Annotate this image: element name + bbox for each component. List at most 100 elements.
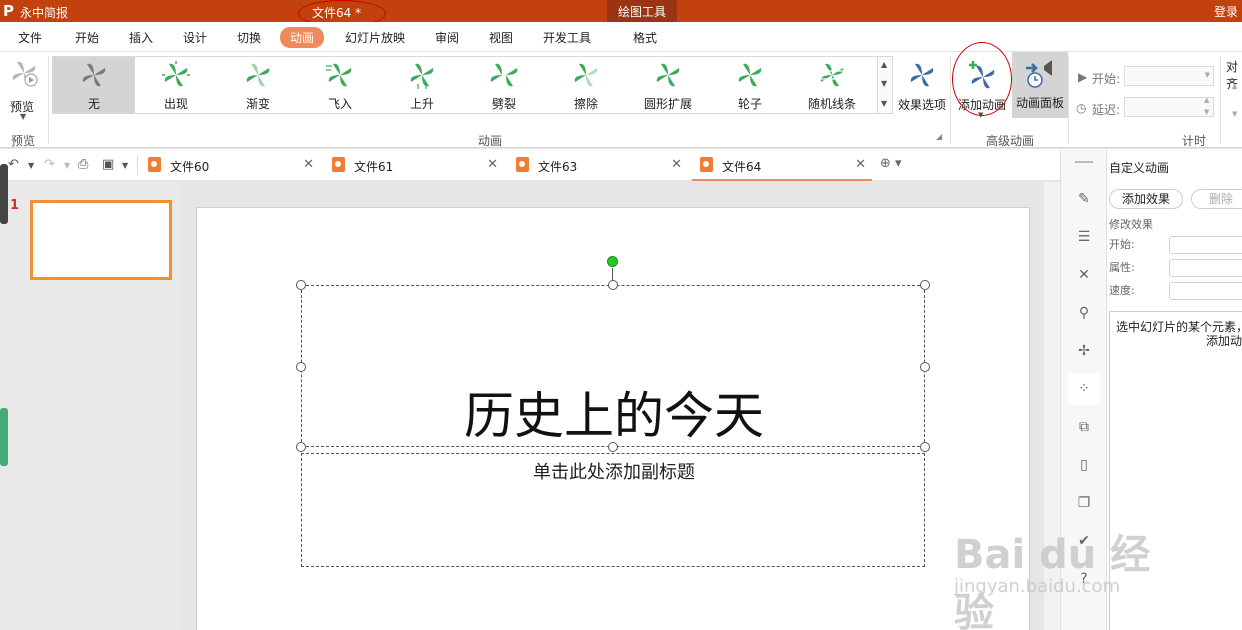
rotation-handle[interactable] — [607, 256, 618, 267]
resize-handle[interactable] — [920, 280, 930, 290]
doc-tab[interactable]: 文件63 ✕ — [508, 149, 688, 181]
tab-animation[interactable]: 动画 — [280, 27, 325, 48]
animation-appear[interactable]: 出现 — [135, 57, 217, 113]
panel-title: 自定义动画 — [1109, 161, 1170, 175]
slide[interactable]: 历史上的今天 单击此处添加副标题 — [196, 207, 1030, 630]
animation-fly-in[interactable]: 飞入 — [299, 57, 381, 113]
animation-icon[interactable]: ✢ — [1076, 343, 1092, 359]
redo-icon[interactable]: ↷ — [44, 157, 55, 172]
slide-subtitle[interactable]: 单击此处添加副标题 — [302, 458, 926, 484]
animation-label: 飞入 — [327, 97, 352, 111]
subtitle-placeholder[interactable]: 单击此处添加副标题 — [301, 453, 925, 567]
stepper-up-icon[interactable]: ▲ — [1204, 96, 1209, 104]
pinwheel-icon — [574, 63, 598, 87]
tab-view[interactable]: 视图 — [489, 29, 513, 46]
animation-pane-button[interactable]: 动画面板 — [1012, 52, 1068, 118]
custom-animation-icon[interactable]: ⁘ — [1068, 373, 1100, 405]
undo-icon[interactable]: ↶ — [8, 157, 19, 172]
tab-format[interactable]: 格式 — [633, 29, 657, 46]
tab-transitions[interactable]: 切换 — [237, 29, 261, 46]
scroll-down-icon[interactable]: ▼ — [881, 79, 887, 88]
align-up-icon[interactable]: ▲ — [1232, 82, 1237, 90]
modify-effect-label: 修改效果 — [1109, 218, 1153, 231]
animation-label: 劈裂 — [491, 97, 516, 111]
clipboard-icon[interactable]: ▯ — [1076, 457, 1092, 473]
advanced-animation-group-label: 高级动画 — [986, 134, 1035, 148]
animation-split[interactable]: 劈裂 — [463, 57, 545, 113]
tab-review[interactable]: 审阅 — [435, 29, 459, 46]
pinwheel-icon — [326, 63, 352, 87]
tab-design[interactable]: 设计 — [183, 29, 207, 46]
close-icon[interactable]: ✕ — [487, 157, 498, 172]
doc-tab[interactable]: 文件61 ✕ — [324, 149, 504, 181]
start-select[interactable] — [1169, 236, 1242, 254]
resize-handle[interactable] — [296, 442, 306, 452]
animation-none[interactable]: 无 — [53, 57, 135, 113]
resize-handle[interactable] — [920, 362, 930, 372]
animation-wheel[interactable]: 轮子 — [709, 57, 791, 113]
document-tab-bar: ↶ ▼ ↷ ▼ ⎙ ▣ ▼ 文件60 ✕ 文件61 ✕ 文件63 ✕ 文件64 … — [0, 149, 1060, 181]
align-down-icon[interactable]: ▼ — [1232, 110, 1237, 118]
resize-handle[interactable] — [296, 280, 306, 290]
animation-fade[interactable]: 渐变 — [217, 57, 299, 113]
gallery-expand-icon[interactable]: ▼ — [881, 99, 887, 108]
drag-handle-icon[interactable] — [1075, 161, 1093, 163]
chevron-down-icon[interactable]: ▼ — [64, 161, 70, 170]
speed-select[interactable] — [1169, 282, 1242, 300]
slide-title[interactable]: 历史上的今天 — [302, 376, 926, 448]
tab-file[interactable]: 文件 — [18, 29, 42, 46]
presentation-file-icon — [516, 157, 529, 172]
tab-developer[interactable]: 开发工具 — [543, 29, 591, 46]
stepper-down-icon[interactable]: ▼ — [1204, 108, 1209, 116]
tools-icon[interactable]: ✕ — [1076, 267, 1092, 283]
animation-random-bars[interactable]: 随机线条 — [791, 57, 873, 113]
customize-toolbar-icon[interactable]: ▼ — [122, 161, 128, 170]
app-name: 永中简报 — [20, 6, 69, 20]
animation-label: 擦除 — [573, 97, 598, 111]
title-placeholder[interactable]: 历史上的今天 — [301, 285, 925, 447]
doc-tab[interactable]: 文件60 ✕ — [140, 149, 320, 181]
slide-thumbnail[interactable] — [30, 200, 172, 280]
tab-slideshow[interactable]: 幻灯片放映 — [345, 29, 405, 46]
property-select[interactable] — [1169, 259, 1242, 277]
doc-tab-active[interactable]: 文件64 ✕ — [692, 149, 872, 181]
chevron-down-icon[interactable]: ▼ — [28, 161, 34, 170]
close-icon[interactable]: ✕ — [855, 157, 866, 172]
title-bar: P 永中简报 文件64 * 绘图工具 登录 — [0, 0, 1242, 27]
tab-insert[interactable]: 插入 — [129, 29, 153, 46]
zoom-strip[interactable] — [0, 408, 8, 466]
close-icon[interactable]: ✕ — [671, 157, 682, 172]
sliders-icon[interactable]: ☰ — [1076, 229, 1092, 245]
delay-input[interactable] — [1124, 97, 1214, 117]
presentation-file-icon — [700, 157, 713, 172]
drawing-tools-context-tab[interactable]: 绘图工具 — [607, 0, 677, 22]
left-scroll-strip[interactable] — [0, 164, 8, 224]
start-select[interactable]: ▼ — [1124, 66, 1214, 86]
animation-rise[interactable]: 上升 — [381, 57, 463, 113]
resize-handle[interactable] — [920, 442, 930, 452]
tab-home[interactable]: 开始 — [75, 29, 99, 46]
resize-handle[interactable] — [296, 362, 306, 372]
new-document-icon[interactable]: ⊕ ▾ — [880, 156, 902, 171]
login-button[interactable]: 登录 — [1214, 3, 1238, 20]
pen-icon[interactable]: ✎ — [1076, 191, 1092, 207]
add-effect-button[interactable]: 添加效果 — [1109, 189, 1183, 209]
resize-handle[interactable] — [608, 280, 618, 290]
delete-button[interactable]: 删除 — [1191, 189, 1242, 209]
effect-options-button[interactable]: 效果选项 — [894, 56, 950, 118]
pin-icon[interactable]: ⚲ — [1076, 305, 1092, 321]
gallery-scrollbar[interactable]: ▲ ▼ ▼ — [878, 56, 893, 114]
animation-wipe[interactable]: 擦除 — [545, 57, 627, 113]
dialog-launcher-icon[interactable]: ◢ — [936, 132, 942, 141]
save-icon[interactable]: ▣ — [102, 157, 114, 172]
preview-button[interactable]: 预览 ▼ — [4, 56, 44, 126]
scroll-up-icon[interactable]: ▲ — [881, 60, 887, 69]
divider — [137, 155, 138, 175]
preview-group-label: 预览 — [11, 134, 36, 148]
close-icon[interactable]: ✕ — [303, 157, 314, 172]
animation-circle[interactable]: 圆形扩展 — [627, 57, 709, 113]
crop-icon[interactable]: ⧉ — [1076, 419, 1092, 435]
print-preview-icon[interactable]: ⎙ — [78, 157, 88, 172]
resize-handle[interactable] — [608, 442, 618, 452]
pinwheel-icon — [82, 63, 106, 87]
